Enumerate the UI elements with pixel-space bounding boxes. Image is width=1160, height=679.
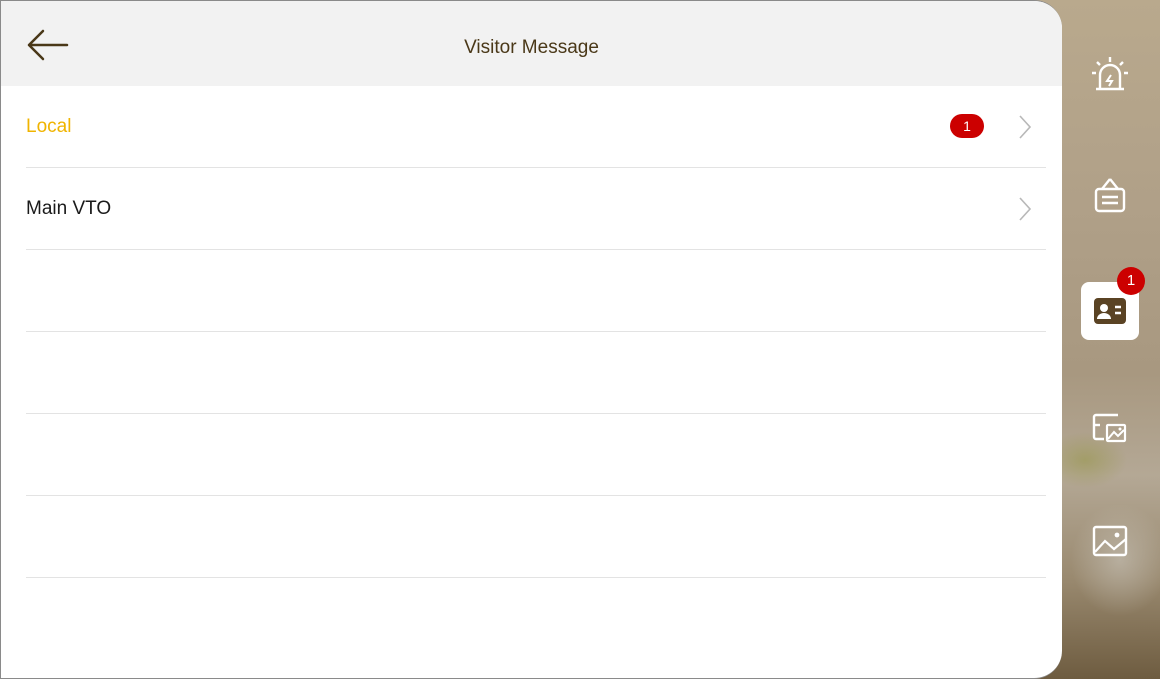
header-bar: Visitor Message <box>1 1 1062 86</box>
nav-notice[interactable] <box>1081 166 1139 224</box>
list-item-label: Main VTO <box>26 198 112 219</box>
right-nav-rail: 1 <box>1062 0 1160 679</box>
list-item-label: Local <box>26 116 72 137</box>
message-source-list: Local 1 Main VTO <box>1 86 1062 578</box>
snapshot-gallery-icon <box>1092 413 1127 443</box>
list-item-empty <box>26 332 1046 414</box>
alarm-icon <box>1092 57 1128 91</box>
list-item-empty <box>26 414 1046 496</box>
list-item-empty <box>26 496 1046 578</box>
visitor-message-badge: 1 <box>1117 267 1145 295</box>
list-item-local[interactable]: Local 1 <box>26 86 1046 168</box>
visitor-card-icon <box>1094 298 1126 324</box>
nav-alarm[interactable] <box>1081 46 1139 104</box>
page-title: Visitor Message <box>464 37 599 58</box>
picture-icon <box>1092 525 1128 557</box>
chevron-right-icon <box>1019 197 1032 221</box>
visitor-message-panel: Visitor Message Local 1 Main VTO <box>0 0 1062 679</box>
nav-pictures[interactable] <box>1081 512 1139 570</box>
nav-snapshot[interactable] <box>1081 398 1139 456</box>
list-item-main-vto[interactable]: Main VTO <box>26 168 1046 250</box>
chevron-right-icon <box>1019 115 1032 139</box>
unread-count-badge: 1 <box>950 114 984 138</box>
list-item-empty <box>26 250 1046 332</box>
notice-board-icon <box>1094 178 1126 213</box>
